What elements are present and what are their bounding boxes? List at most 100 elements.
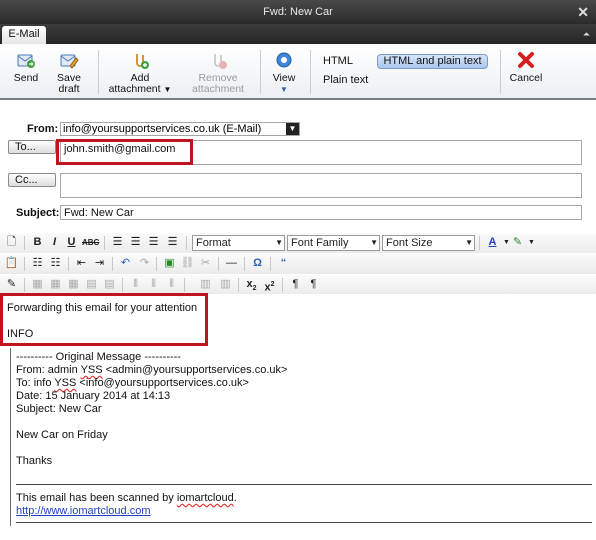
insert-image-icon[interactable]: ▣ — [162, 257, 177, 270]
orig-from-rest: <admin@yoursupportservices.co.uk> — [102, 364, 288, 376]
insert-col-before-icon[interactable]: ⫴ — [128, 278, 143, 291]
format-combo-label: Format — [196, 237, 231, 249]
editor-toolbar-row3: ✎ ▦ ▦ ▦ ▤ ▤ ⫴ ⫴ ⫴ ▥ ▥ x2 x2 ¶ ¶ — [0, 275, 596, 295]
toolbar-separator — [218, 257, 219, 271]
ltr-icon[interactable]: ¶ — [288, 278, 303, 291]
undo-icon[interactable]: ↶ — [118, 257, 133, 270]
remove-attachment-button[interactable]: Remove attachment — [188, 50, 248, 95]
send-label: Send — [13, 72, 39, 84]
insert-col-after-icon[interactable]: ⫴ — [146, 278, 161, 291]
paperclip-remove-icon — [214, 54, 227, 69]
font-family-combo[interactable]: Font Family ▼ — [287, 235, 380, 251]
format-plain-option[interactable]: Plain text — [323, 74, 368, 86]
format-html-plain-option[interactable]: HTML and plain text — [377, 54, 488, 69]
scanned-prefix: This email has been scanned by — [16, 492, 177, 504]
tab-bar: E-Mail ⏶ — [0, 24, 596, 44]
chevron-down-icon[interactable]: ▼ — [524, 236, 539, 249]
outdent-icon[interactable]: ⇤ — [74, 257, 89, 270]
paste-icon[interactable]: 📋 — [4, 257, 19, 270]
align-left-icon[interactable]: ☰ — [110, 236, 125, 249]
special-char-icon[interactable]: Ω — [250, 257, 265, 270]
unlink-icon[interactable]: ✂ — [198, 257, 213, 270]
to-field[interactable]: john.smith@gmail.com — [60, 140, 582, 165]
body-line-forwarding: Forwarding this email for your attention — [7, 302, 198, 314]
align-center-icon[interactable]: ☰ — [128, 236, 143, 249]
horizontal-rule-icon[interactable]: — — [224, 257, 239, 270]
add-attachment-button[interactable]: Add attachment ▼ — [106, 50, 174, 95]
table-icon[interactable]: ▦ — [30, 278, 45, 291]
font-size-combo-label: Font Size — [386, 237, 433, 249]
cc-button[interactable]: Cc... — [8, 173, 56, 187]
format-combo[interactable]: Format ▼ — [192, 235, 285, 251]
subject-field[interactable]: Fwd: New Car — [60, 205, 582, 220]
bold-icon[interactable]: B — [30, 236, 45, 249]
chevron-down-icon[interactable]: ▼ — [286, 123, 299, 135]
scanned-notice: This email has been scanned by iomartclo… — [16, 492, 237, 504]
font-size-combo[interactable]: Font Size ▼ — [382, 235, 475, 251]
to-button[interactable]: To... — [8, 140, 56, 154]
cancel-x-icon — [518, 52, 534, 68]
save-draft-button[interactable]: Save draft — [54, 50, 84, 95]
link-icon[interactable]: ⛓ — [180, 257, 195, 270]
save-label-2: draft — [58, 83, 80, 95]
cc-field[interactable] — [60, 173, 582, 198]
blockquote-icon[interactable]: “ — [276, 257, 291, 270]
format-html-option[interactable]: HTML — [323, 55, 353, 67]
ribbon-separator — [500, 50, 501, 94]
scanned-brand: iomartcloud — [176, 492, 234, 504]
collapse-ribbon-icon[interactable]: ⏶ — [583, 29, 590, 40]
from-value: info@yoursupportservices.co.uk (E-Mail) — [63, 123, 262, 135]
superscript-icon[interactable]: x2 — [262, 278, 277, 294]
italic-icon[interactable]: I — [47, 236, 62, 249]
underline-icon[interactable]: U — [64, 236, 79, 249]
remove-label-2: attachment — [192, 83, 244, 95]
insert-row-icon[interactable]: ▤ — [102, 278, 117, 291]
ribbon-separator — [310, 50, 311, 94]
table-props-icon[interactable]: ▦ — [48, 278, 63, 291]
align-right-icon[interactable]: ☰ — [146, 236, 161, 249]
chevron-down-icon: ▼ — [370, 238, 378, 247]
highlight-color-icon[interactable]: ✎ — [510, 236, 525, 249]
toolbar-separator — [270, 257, 271, 271]
split-cells-icon[interactable]: ▥ — [198, 278, 213, 291]
tab-email[interactable]: E-Mail — [2, 26, 46, 44]
message-editor[interactable]: Forwarding this email for your attention… — [0, 294, 596, 540]
redo-icon[interactable]: ↷ — [137, 257, 152, 270]
add-label-2: attachment — [108, 83, 161, 95]
body-line-info: INFO — [7, 328, 34, 340]
from-select[interactable]: info@yoursupportservices.co.uk (E-Mail) … — [60, 122, 300, 136]
align-justify-icon[interactable]: ☰ — [165, 236, 180, 249]
edit-source-icon[interactable]: ✎ — [4, 278, 19, 291]
toolbar-separator — [238, 278, 239, 292]
cancel-button[interactable]: Cancel — [508, 50, 544, 84]
delete-col-icon[interactable]: ⫴ — [164, 278, 179, 291]
numbered-list-icon[interactable]: ☷ — [48, 257, 63, 270]
orig-from-line: From: admin YSS <admin@yoursupportservic… — [16, 364, 287, 376]
toolbar-separator — [104, 236, 105, 250]
strikethrough-icon[interactable]: ABC — [82, 236, 99, 249]
row-props-icon[interactable]: ▤ — [84, 278, 99, 291]
subscript-icon[interactable]: x2 — [244, 278, 259, 292]
window-title: Fwd: New Car — [263, 6, 333, 18]
editor-toolbar-row1: 🗋 B I U ABC ☰ ☰ ☰ ☰ Format ▼ Font Family ▼… — [0, 233, 596, 253]
toolbar-separator — [244, 257, 245, 271]
merge-cells-icon[interactable]: ▥ — [218, 278, 233, 291]
send-button[interactable]: Send — [12, 50, 40, 84]
new-document-icon[interactable]: 🗋 — [4, 236, 19, 249]
orig-date-line: Date: 15 January 2014 at 14:13 — [16, 390, 171, 402]
orig-to-line: To: info YSS <info@yoursupportservices.c… — [16, 377, 249, 389]
ribbon-separator — [98, 50, 99, 94]
bullet-list-icon[interactable]: ☷ — [30, 257, 45, 270]
rtl-icon[interactable]: ¶ — [306, 278, 321, 291]
from-label: From: — [27, 123, 59, 135]
to-value: john.smith@gmail.com — [64, 143, 176, 155]
indent-icon[interactable]: ⇥ — [92, 257, 107, 270]
cell-props-icon[interactable]: ▦ — [66, 278, 81, 291]
view-button[interactable]: View ▼ — [269, 50, 299, 95]
orig-from-prefix: From: admin — [16, 364, 81, 376]
orig-message-text: New Car on Friday — [16, 429, 108, 441]
close-icon[interactable]: ✕ — [577, 4, 589, 21]
text-color-icon[interactable]: A — [485, 236, 500, 249]
iomartcloud-link[interactable]: http://www.iomartcloud.com — [16, 505, 151, 517]
divider — [16, 484, 592, 485]
